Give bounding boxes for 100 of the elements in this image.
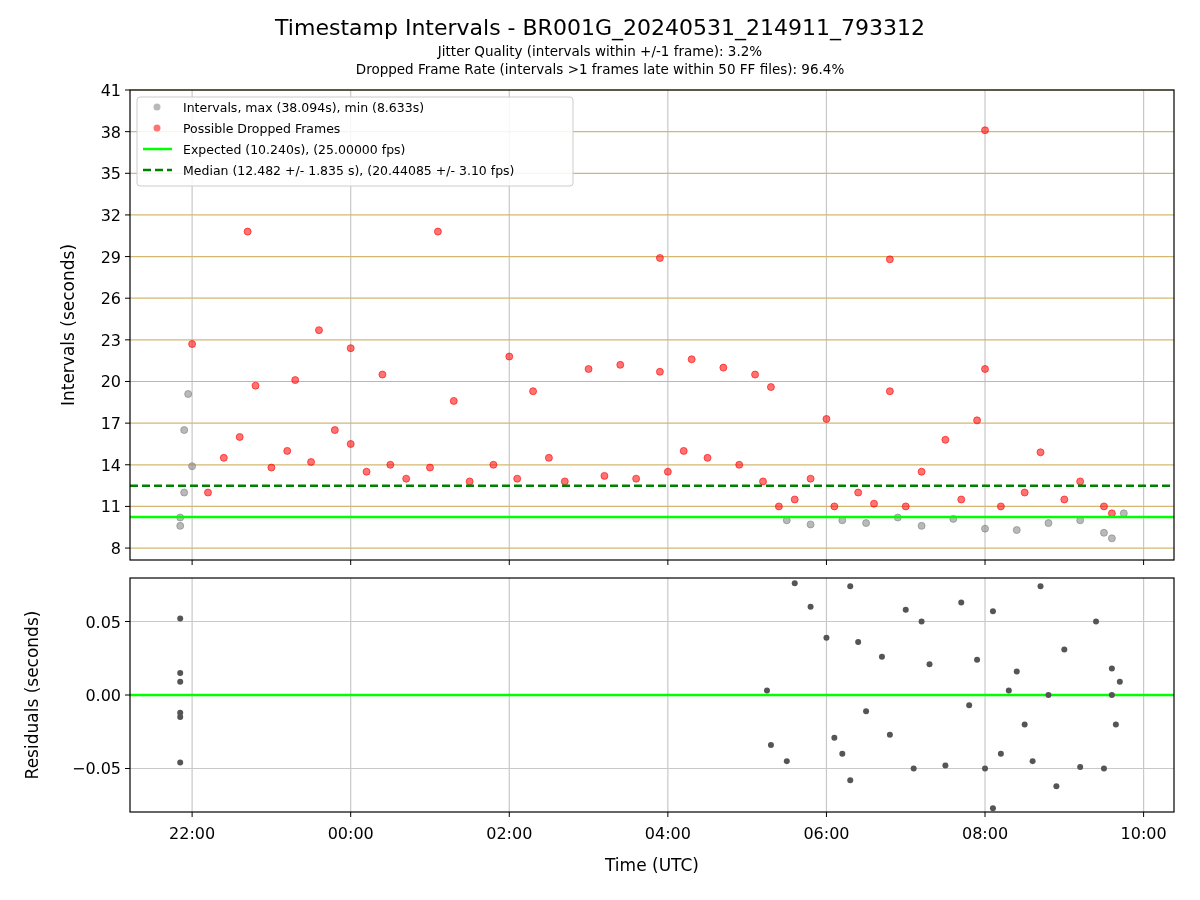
residual-point bbox=[1093, 618, 1100, 625]
y-tick-label: 26 bbox=[100, 289, 121, 309]
y-tick-label: 8 bbox=[110, 539, 121, 559]
legend-line-icon bbox=[143, 147, 172, 151]
x-tick-label: 08:00 bbox=[961, 824, 1009, 843]
dropped-frame-point bbox=[219, 453, 228, 462]
residual-point bbox=[831, 734, 838, 741]
y-tick-label: 29 bbox=[100, 247, 121, 267]
interval-point bbox=[1076, 516, 1085, 525]
y-tick-label: 35 bbox=[100, 164, 121, 184]
x-tick-label: 02:00 bbox=[486, 824, 533, 843]
dropped-frame-point bbox=[901, 502, 910, 511]
interval-point bbox=[838, 516, 847, 525]
legend-label: Median (12.482 +/- 1.835 s), (20.44085 +/- 3.10 fps) bbox=[183, 163, 515, 178]
interval-point bbox=[862, 519, 871, 528]
dropped-frame-point bbox=[751, 370, 760, 379]
x-tick-label: 06:00 bbox=[803, 824, 850, 843]
dropped-frame-point bbox=[885, 255, 894, 264]
chart-subtitle: Dropped Frame Rate (intervals >1 frames late within 50 FF files): 96.4% bbox=[355, 60, 845, 78]
dropped-frame-point bbox=[830, 502, 839, 511]
dropped-frame-point bbox=[291, 376, 300, 385]
dropped-frame-point bbox=[822, 414, 831, 423]
dropped-frame-point bbox=[449, 396, 458, 405]
interval-point bbox=[184, 390, 193, 398]
dropped-frame-point bbox=[203, 488, 212, 497]
dropped-frame-point bbox=[513, 474, 522, 483]
y-tick-label: 41 bbox=[100, 81, 121, 100]
legend-label: Possible Dropped Frames bbox=[183, 121, 341, 136]
residual-point bbox=[767, 742, 774, 748]
residual-point bbox=[997, 750, 1004, 757]
y-tick-label: 23 bbox=[100, 330, 121, 350]
residual-point bbox=[982, 765, 988, 772]
interval-point bbox=[1099, 528, 1108, 537]
dropped-frame-point bbox=[941, 435, 950, 444]
residual-point bbox=[1116, 678, 1123, 685]
dropped-frame-point bbox=[1036, 448, 1045, 457]
dropped-frame-point bbox=[386, 460, 395, 469]
legend-marker-icon bbox=[153, 103, 161, 111]
residual-point bbox=[918, 618, 925, 625]
interval-point bbox=[917, 521, 926, 530]
dropped-frame-point bbox=[267, 463, 276, 472]
residual-point bbox=[1077, 764, 1084, 770]
y-tick-label: 32 bbox=[100, 205, 121, 225]
interval-point bbox=[981, 524, 989, 533]
residual-point bbox=[958, 599, 965, 606]
dropped-frame-point bbox=[1099, 502, 1108, 511]
y-axis-label: Residuals (seconds) bbox=[22, 610, 42, 780]
dropped-frame-point bbox=[806, 474, 815, 483]
residual-point bbox=[177, 759, 184, 766]
x-tick-label: 22:00 bbox=[169, 824, 216, 843]
interval-point bbox=[188, 462, 197, 471]
residual-point bbox=[177, 669, 184, 676]
dropped-frame-point bbox=[529, 387, 538, 396]
dropped-frame-point bbox=[346, 344, 355, 353]
dropped-frame-point bbox=[315, 326, 323, 335]
dropped-frame-point bbox=[426, 463, 434, 472]
dropped-frame-point bbox=[600, 471, 609, 480]
dropped-frame-point bbox=[544, 453, 553, 462]
dropped-frame-point bbox=[996, 502, 1005, 511]
dropped-frame-point bbox=[1060, 495, 1069, 504]
y-tick-label: −0.05 bbox=[71, 759, 121, 779]
x-tick-label: 04:00 bbox=[644, 824, 691, 843]
residual-point bbox=[1108, 692, 1115, 698]
residual-point bbox=[902, 606, 909, 613]
chart-subtitle: Jitter Quality (intervals within +/-1 frame): 3.2% bbox=[437, 42, 763, 60]
residual-point bbox=[823, 634, 830, 641]
residual-point bbox=[942, 762, 949, 769]
legend-line-icon bbox=[143, 168, 172, 172]
dropped-frame-point bbox=[243, 227, 252, 236]
interval-point bbox=[176, 513, 185, 522]
x-tick-label: 00:00 bbox=[327, 824, 374, 843]
y-tick-label: 14 bbox=[100, 455, 121, 475]
dropped-frame-point bbox=[560, 477, 569, 486]
dropped-frame-point bbox=[465, 477, 474, 486]
legend-label: Intervals, max (38.094s), min (8.633s) bbox=[183, 100, 425, 115]
residual-point bbox=[974, 656, 981, 663]
dropped-frame-point bbox=[433, 227, 442, 236]
dropped-frame-point bbox=[917, 467, 926, 476]
interval-point bbox=[893, 513, 902, 522]
dropped-frame-point bbox=[655, 367, 664, 376]
dropped-frame-point bbox=[489, 460, 498, 469]
y-tick-label: 38 bbox=[100, 122, 121, 142]
x-axis-label: Time (UTC) bbox=[605, 855, 699, 875]
residual-point bbox=[1029, 758, 1036, 765]
residual-point bbox=[1045, 692, 1052, 698]
dropped-frame-point bbox=[378, 370, 387, 379]
dropped-frame-point bbox=[346, 439, 355, 448]
residual-point bbox=[989, 805, 996, 812]
residual-point bbox=[855, 639, 862, 646]
residual-point bbox=[1005, 687, 1012, 694]
residual-point bbox=[878, 653, 885, 660]
dropped-frame-point bbox=[505, 352, 514, 361]
residual-point bbox=[847, 583, 854, 590]
dropped-frame-point bbox=[687, 355, 696, 364]
dropped-frame-point bbox=[235, 433, 244, 441]
dropped-frame-point bbox=[870, 499, 878, 508]
residual-point bbox=[1100, 765, 1107, 772]
dropped-frame-point bbox=[719, 363, 728, 372]
dropped-frame-point bbox=[188, 340, 197, 348]
interval-point bbox=[1044, 519, 1053, 528]
